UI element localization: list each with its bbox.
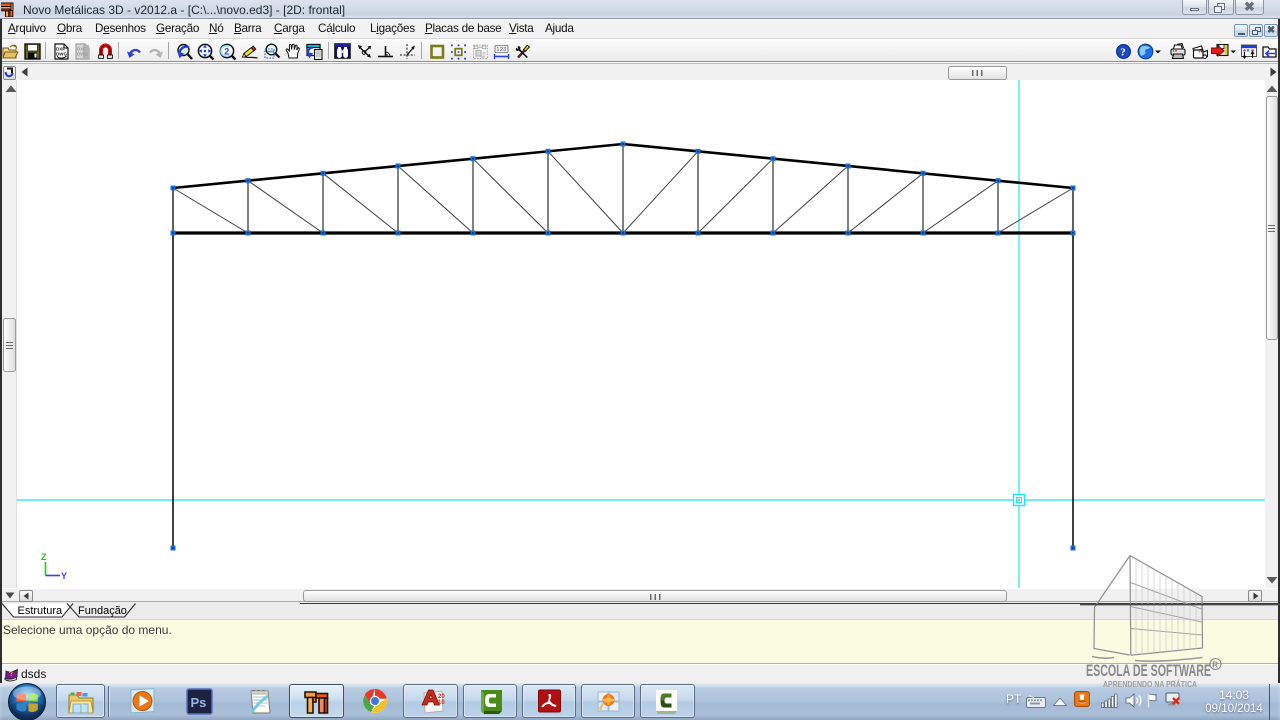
svg-text:DWG: DWG: [56, 52, 67, 57]
svg-text:Ps: Ps: [191, 695, 207, 710]
svg-text:10: 10: [438, 700, 445, 706]
svg-text:?: ?: [1120, 47, 1126, 59]
svg-text:2: 2: [224, 47, 229, 57]
svg-text:Y: Y: [61, 571, 67, 581]
svg-text:ESCOLA DE SOFTWARE: ESCOLA DE SOFTWARE: [1086, 662, 1211, 680]
svg-text:Estrutura: Estrutura: [18, 605, 64, 617]
svg-text:123: 123: [496, 47, 506, 53]
svg-text:Fundação: Fundação: [78, 605, 127, 617]
svg-text:R: R: [1212, 661, 1218, 670]
svg-text:DWG: DWG: [77, 52, 88, 57]
svg-text:APRENDENDO NA PRÁTICA: APRENDENDO NA PRÁTICA: [1103, 679, 1197, 689]
svg-text:Z: Z: [41, 552, 47, 562]
